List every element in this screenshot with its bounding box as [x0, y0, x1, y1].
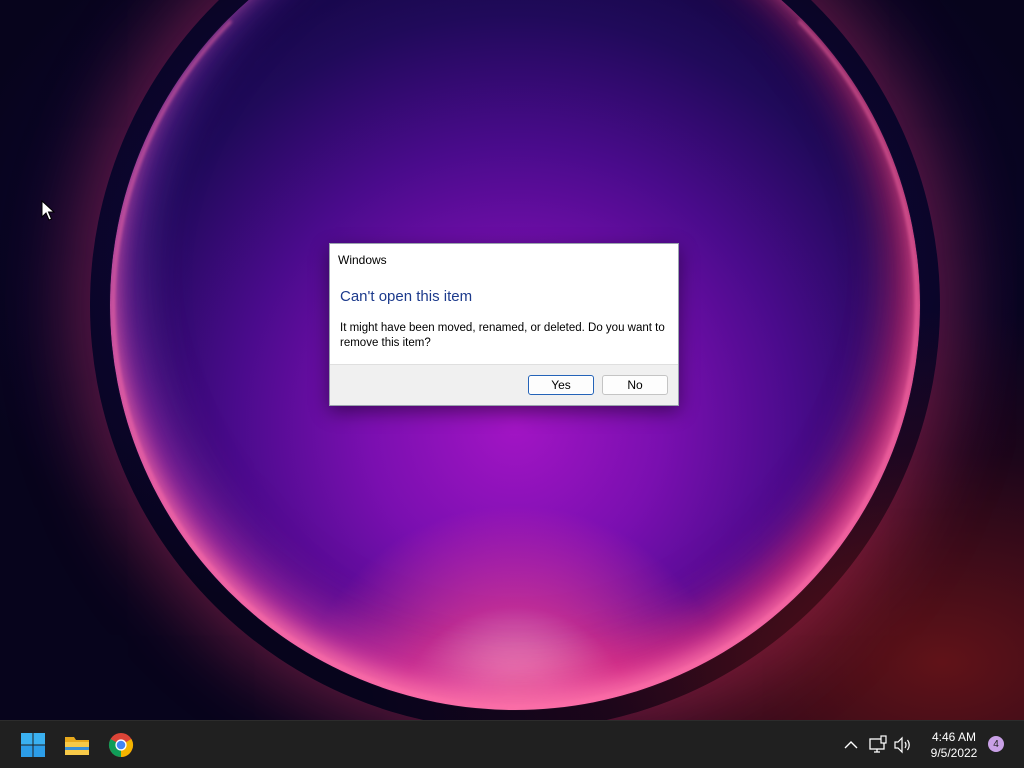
volume-icon[interactable]	[893, 735, 913, 755]
no-button[interactable]: No	[602, 375, 668, 395]
yes-button[interactable]: Yes	[528, 375, 594, 395]
taskbar-clock[interactable]: 4:46 AM 9/5/2022	[922, 729, 986, 761]
dialog-heading: Can't open this item	[340, 288, 473, 305]
chevron-up-icon[interactable]	[841, 735, 861, 755]
windows-logo-icon[interactable]	[20, 732, 46, 758]
dialog-title: Windows	[338, 253, 387, 267]
chrome-icon[interactable]	[108, 732, 134, 758]
mouse-cursor-icon	[41, 200, 55, 221]
folder-icon[interactable]	[64, 732, 90, 758]
clock-time: 4:46 AM	[931, 730, 977, 744]
clock-date: 9/5/2022	[930, 746, 978, 760]
dialog-button-bar: Yes No	[330, 364, 678, 405]
taskbar: 4:46 AM 9/5/2022	[0, 720, 1024, 768]
dialog-message: It might have been moved, renamed, or de…	[340, 322, 665, 349]
notification-badge[interactable]: 4	[988, 736, 1004, 752]
network-icon[interactable]	[868, 735, 888, 755]
cant-open-dialog: Windows Can't open this item It might ha…	[329, 243, 679, 406]
